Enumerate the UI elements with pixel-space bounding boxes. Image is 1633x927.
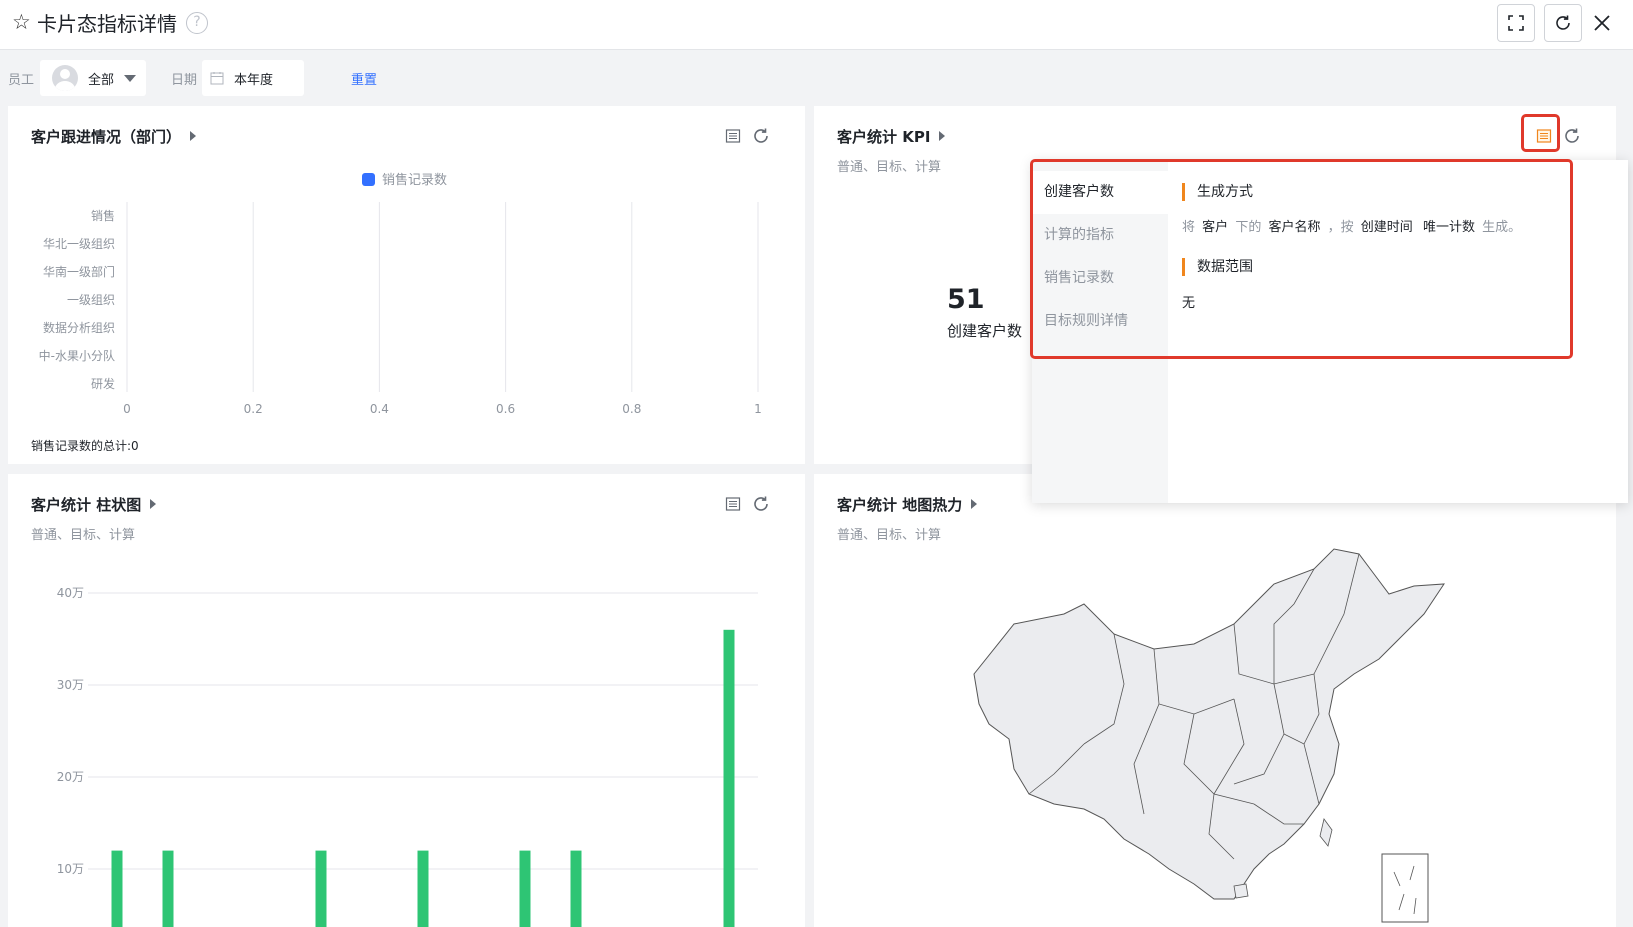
filter-bar: 员工 全部 日期 本年度 重置 [0, 50, 1633, 100]
y-tick-label: 研发 [91, 376, 115, 391]
metric-detail-popover: 创建客户数 计算的指标 销售记录数 目标规则详情 生成方式 将 客户 下的 客户… [1032, 160, 1628, 503]
china-map[interactable] [814, 474, 1616, 927]
employee-value: 全部 [88, 73, 115, 88]
y-tick-label: 中-水果小分队 [39, 348, 115, 363]
employee-select[interactable]: 全部 [40, 60, 146, 96]
card-subtitle: 普通、目标、计算 [837, 160, 942, 175]
kpi-label: 创建客户数 [947, 322, 1023, 340]
x-tick-label: 1 [754, 402, 762, 416]
bar [723, 629, 735, 927]
date-label: 日期 [171, 73, 198, 88]
y-tick-label: 40万 [57, 586, 84, 600]
followup-card: 客户跟进情况（部门） 销售记录数 0 0.2 0.4 0.6 0.8 1 销售 华北一级组织 华南… [8, 106, 805, 464]
generation-method-heading: 生成方式 [1182, 183, 1253, 201]
refresh-icon[interactable] [1563, 127, 1581, 145]
star-icon[interactable]: ☆ [12, 10, 31, 34]
bar [162, 850, 174, 927]
page-header: ☆ 卡片态指标详情 ? [0, 0, 1633, 50]
x-tick-label: 0 [123, 402, 131, 416]
bar [315, 850, 327, 927]
y-tick-label: 数据分析组织 [43, 320, 115, 335]
text-part: 客户名称 [1268, 220, 1321, 235]
calendar-icon [210, 72, 224, 85]
y-tick-label: 一级组织 [67, 293, 115, 307]
bar [519, 850, 531, 927]
data-range-value: 无 [1182, 296, 1196, 311]
y-tick-label: 销售 [91, 208, 115, 223]
y-tick-label: 20万 [57, 770, 84, 784]
bar [570, 850, 582, 927]
refresh-page-button[interactable] [1544, 4, 1582, 42]
bar [417, 850, 429, 927]
caret-right-icon [939, 131, 946, 141]
page-title: 卡片态指标详情 [37, 12, 177, 36]
text-part: ，按 [1327, 220, 1354, 235]
avatar [52, 65, 78, 91]
text-part: 客户 [1202, 220, 1229, 235]
y-tick-label: 华南一级部门 [43, 264, 115, 279]
bar [111, 850, 123, 927]
date-picker[interactable]: 本年度 [202, 60, 304, 96]
x-tick-label: 0.2 [244, 402, 263, 416]
tab-sales-record-count[interactable]: 销售记录数 [1032, 257, 1168, 300]
bar-card: 客户统计 柱状图 普通、目标、计算 10万 20万 30万 40万 [8, 474, 805, 927]
data-range-heading: 数据范围 [1182, 258, 1253, 276]
date-value: 本年度 [234, 73, 274, 88]
y-tick-label: 30万 [57, 678, 84, 692]
text-part: 创建时间 [1360, 220, 1413, 235]
text-part: 下的 [1235, 220, 1262, 235]
tab-create-customer-count[interactable]: 创建客户数 [1032, 171, 1168, 214]
employee-label: 员工 [8, 73, 35, 88]
close-icon[interactable] [1589, 10, 1615, 36]
x-tick-label: 0.4 [370, 402, 389, 416]
bar-chart: 10万 20万 30万 40万 [57, 586, 758, 927]
refresh-icon [1556, 15, 1570, 30]
x-tick-label: 0.6 [496, 402, 515, 416]
tab-target-rule-details[interactable]: 目标规则详情 [1032, 300, 1168, 343]
legend-swatch [362, 173, 375, 186]
popover-tab-list: 创建客户数 计算的指标 销售记录数 目标规则详情 [1032, 160, 1168, 503]
table-view-icon[interactable] [1536, 128, 1552, 144]
text-part: 唯一计数 [1422, 220, 1475, 235]
x-tick-label: 0.8 [622, 402, 641, 416]
kpi-value: 51 [947, 284, 985, 315]
fullscreen-button[interactable] [1497, 4, 1535, 42]
map-card: 客户统计 地图热力 普通、目标、计算 [814, 474, 1616, 927]
y-tick-label: 10万 [57, 862, 84, 876]
fullscreen-icon [1508, 15, 1524, 31]
text-part: 将 [1182, 220, 1196, 235]
help-icon[interactable]: ? [186, 12, 208, 34]
followup-total: 销售记录数的总计:0 [31, 439, 139, 453]
chevron-down-icon [124, 75, 136, 82]
followup-chart: 销售记录数 0 0.2 0.4 0.6 0.8 1 销售华北一级组织华南一级部门一级组织数据分… [39, 172, 762, 416]
y-tick-label: 华北一级组织 [43, 237, 115, 251]
generation-method-text: 将 客户 下的 客户名称 ，按 创建时间 唯一计数 生成。 [1182, 216, 1521, 235]
text-part: 生成。 [1482, 220, 1522, 235]
reset-button[interactable]: 重置 [351, 69, 377, 88]
card-title[interactable]: 客户统计 KPI [837, 126, 946, 147]
tab-calculated-metric[interactable]: 计算的指标 [1032, 214, 1168, 257]
legend-label: 销售记录数 [382, 172, 447, 188]
